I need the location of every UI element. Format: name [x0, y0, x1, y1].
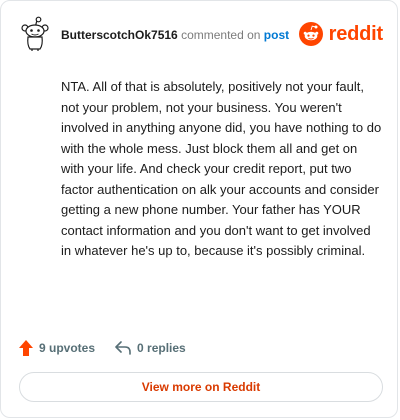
comment-card: ButterscotchOk7516 commented on post red… [0, 0, 398, 418]
upvotes-count: 9 upvotes [39, 341, 96, 355]
replies-count: 0 replies [137, 341, 186, 355]
comment-header: ButterscotchOk7516 commented on post red… [19, 15, 383, 55]
username-link[interactable]: ButterscotchOk7516 [61, 28, 178, 42]
comment-body: NTA. All of that is absolutely, positive… [61, 79, 382, 258]
snoo-avatar-icon[interactable] [19, 15, 55, 51]
comment-byline: ButterscotchOk7516 commented on post [61, 27, 289, 43]
reddit-logo-icon [298, 22, 323, 46]
view-more-button[interactable]: View more on Reddit [19, 372, 383, 402]
post-link[interactable]: post [264, 28, 289, 42]
upvote-stat[interactable]: 9 upvotes [19, 340, 95, 356]
upvote-arrow-icon [19, 340, 33, 356]
comment-footer: 9 upvotes 0 replies [19, 338, 206, 358]
reddit-wordmark: reddit [328, 22, 384, 45]
action-text: commented on [181, 28, 261, 42]
reddit-brand[interactable]: reddit [298, 20, 384, 48]
reply-arrow-icon [115, 341, 131, 355]
reply-stat[interactable]: 0 replies [115, 341, 186, 355]
